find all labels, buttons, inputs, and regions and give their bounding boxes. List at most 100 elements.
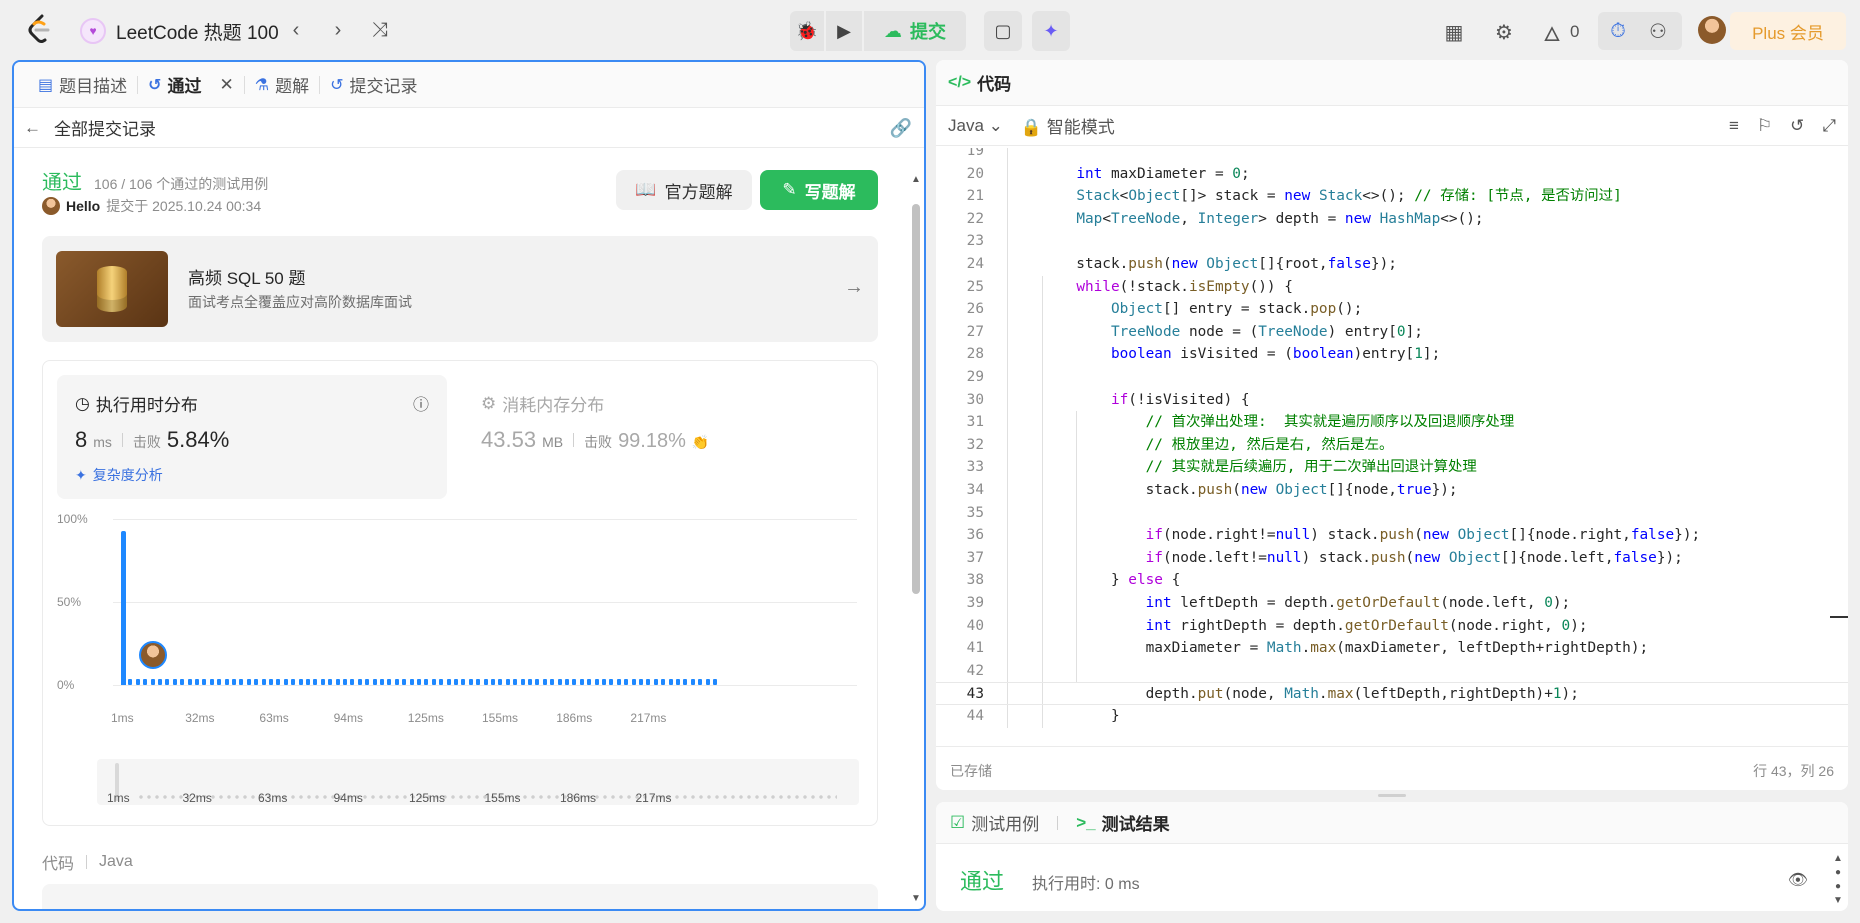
plus-membership-button[interactable]: Plus 会员 <box>1730 12 1846 50</box>
chart-bar[interactable] <box>713 679 717 685</box>
chart-bar[interactable] <box>172 679 177 685</box>
bookmark-icon[interactable]: ⚐ <box>1757 116 1772 136</box>
tab-testcase[interactable]: ☑ 测试用例 <box>950 810 1039 835</box>
chart-bar[interactable] <box>320 679 325 685</box>
code-line[interactable]: 20 int maxDiameter = 0; <box>936 163 1848 186</box>
chart-bar[interactable] <box>609 679 614 685</box>
submit-button[interactable]: ☁ 提交 <box>864 11 966 51</box>
code-line[interactable]: 19 <box>936 148 1848 163</box>
chart-bar[interactable] <box>528 679 532 685</box>
code-line[interactable]: 34 stack.push(new Object[]{node,true}); <box>936 479 1848 502</box>
chart-bar[interactable] <box>653 679 658 685</box>
chart-bar[interactable] <box>446 679 451 685</box>
streak-fire-icon[interactable]: 🜂 <box>1540 20 1564 46</box>
chart-bar[interactable] <box>520 679 525 685</box>
tab-code[interactable]: </> 代码 <box>936 60 1848 106</box>
chart-bar[interactable] <box>461 679 466 685</box>
avatar[interactable] <box>42 197 60 215</box>
code-line[interactable]: 27 TreeNode node = (TreeNode) entry[0]; <box>936 321 1848 344</box>
share-link-icon[interactable]: 🔗 <box>890 118 912 139</box>
code-line[interactable]: 29 <box>936 366 1848 389</box>
username[interactable]: Hello <box>66 198 100 214</box>
chart-bar[interactable] <box>232 679 236 685</box>
info-icon[interactable]: ⓘ <box>413 391 429 415</box>
chart-bar[interactable] <box>705 679 710 685</box>
code-line[interactable]: 33 // 其实就是后续遍历, 用于二次弹出回退计算处理 <box>936 456 1848 479</box>
settings-gear-icon[interactable]: ⚙ <box>1492 20 1516 44</box>
notes-icon[interactable]: ▢ <box>984 11 1022 51</box>
chart-bar[interactable] <box>698 679 703 685</box>
chart-bar[interactable] <box>557 679 562 685</box>
scroll-down-icon[interactable]: ▼ <box>910 893 922 904</box>
my-submission-marker[interactable] <box>139 641 167 669</box>
chart-bar[interactable] <box>239 679 244 685</box>
chart-bar[interactable] <box>180 679 185 685</box>
chart-bar[interactable] <box>439 679 444 685</box>
code-line[interactable]: 37 if(node.left!=null) stack.push(new Ob… <box>936 547 1848 570</box>
chart-bar[interactable] <box>594 679 599 685</box>
chart-bar[interactable] <box>202 679 207 685</box>
scroll-up-icon[interactable]: ▲ <box>910 174 922 185</box>
code-line[interactable]: 31 // 首次弹出处理: 其实就是遍历顺序以及回退顺序处理 <box>936 411 1848 434</box>
chart-bar[interactable] <box>335 679 340 685</box>
chart-bar[interactable] <box>402 679 407 685</box>
add-friend-icon[interactable]: ⚇ <box>1646 19 1670 43</box>
language-select[interactable]: Java ⌄ <box>948 116 1003 136</box>
chart-bar[interactable] <box>380 679 384 685</box>
code-line[interactable]: 26 Object[] entry = stack.pop(); <box>936 298 1848 321</box>
complexity-analysis-link[interactable]: ✦ 复杂度分析 <box>75 465 163 485</box>
chart-bar[interactable] <box>683 679 688 685</box>
chart-bar[interactable] <box>616 679 621 685</box>
tab-submissions[interactable]: ↺ 提交记录 <box>320 62 427 108</box>
chart-bar[interactable] <box>424 679 429 685</box>
runtime-distribution-chart[interactable]: 100% 50% 0% 1ms 32ms 63ms 94ms 125ms 155ms 186ms 2… <box>57 511 857 725</box>
chart-bar[interactable] <box>217 679 222 685</box>
chart-bar[interactable] <box>135 679 140 685</box>
chart-bar[interactable] <box>602 679 606 685</box>
code-line[interactable]: 28 boolean isVisited = (boolean)entry[1]… <box>936 343 1848 366</box>
chart-bar[interactable] <box>343 679 347 685</box>
leetcode-logo-icon[interactable] <box>26 14 52 44</box>
code-line[interactable]: 21 Stack<Object[]> stack = new Stack<>()… <box>936 185 1848 208</box>
chart-bar[interactable] <box>306 679 310 685</box>
chart-range-brush[interactable]: 1ms 32ms 63ms 94ms 125ms 155ms 186ms 217ms <box>97 759 859 805</box>
tab-accepted[interactable]: ↺ 通过 ✕ <box>138 62 244 108</box>
layout-icon[interactable]: ▦ <box>1442 20 1466 44</box>
chart-bar[interactable] <box>468 679 473 685</box>
chart-bar[interactable] <box>187 679 192 685</box>
panel-resize-handle[interactable] <box>1378 794 1406 797</box>
chart-bar[interactable] <box>668 679 673 685</box>
chart-bar[interactable] <box>387 679 392 685</box>
chart-bar[interactable] <box>328 679 333 685</box>
chart-bar[interactable] <box>150 679 155 685</box>
chart-bar[interactable] <box>639 679 643 685</box>
ai-sparkle-icon[interactable]: ✦ <box>1032 11 1070 51</box>
chart-bar[interactable] <box>276 679 281 685</box>
chart-bar[interactable] <box>646 679 651 685</box>
runtime-stats[interactable]: ◷ 执行用时分布 ⓘ 8 ms 击败 5.84% ✦ 复杂度分析 <box>57 375 447 499</box>
chart-bar[interactable] <box>505 679 510 685</box>
timer-icon[interactable]: ⏱ <box>1606 19 1630 43</box>
memory-stats-title[interactable]: ⚙ 消耗内存分布 <box>481 391 604 416</box>
format-icon[interactable]: ≡ <box>1729 116 1739 136</box>
left-scrollbar[interactable]: ▲ ▼ <box>910 174 922 904</box>
chart-bar[interactable] <box>565 679 569 685</box>
chart-bar[interactable] <box>394 679 399 685</box>
chart-bar[interactable] <box>291 679 296 685</box>
tab-description[interactable]: ▤ 题目描述 <box>28 62 137 108</box>
chart-bar[interactable] <box>631 679 636 685</box>
chart-bar[interactable] <box>350 679 355 685</box>
chart-bar[interactable] <box>409 679 414 685</box>
next-problem-icon[interactable]: › <box>326 18 350 42</box>
code-line[interactable]: 40 int rightDepth = depth.getOrDefault(n… <box>936 615 1848 638</box>
write-solution-button[interactable]: ✎ 写题解 <box>760 170 878 210</box>
tab-test-result[interactable]: >_ 测试结果 <box>1076 810 1169 835</box>
code-line[interactable]: 36 if(node.right!=null) stack.push(new O… <box>936 524 1848 547</box>
chart-bar[interactable] <box>661 679 666 685</box>
code-line[interactable]: 32 // 根放里边, 然后是右, 然后是左。 <box>936 434 1848 457</box>
promo-banner[interactable]: 高频 SQL 50 题 面试考点全覆盖应对高阶数据库面试 → <box>42 236 878 342</box>
code-line[interactable]: 23 <box>936 230 1848 253</box>
chart-bar[interactable] <box>269 679 273 685</box>
tab-solutions[interactable]: ⚗ 题解 <box>245 62 319 108</box>
chart-bar[interactable] <box>121 530 126 685</box>
